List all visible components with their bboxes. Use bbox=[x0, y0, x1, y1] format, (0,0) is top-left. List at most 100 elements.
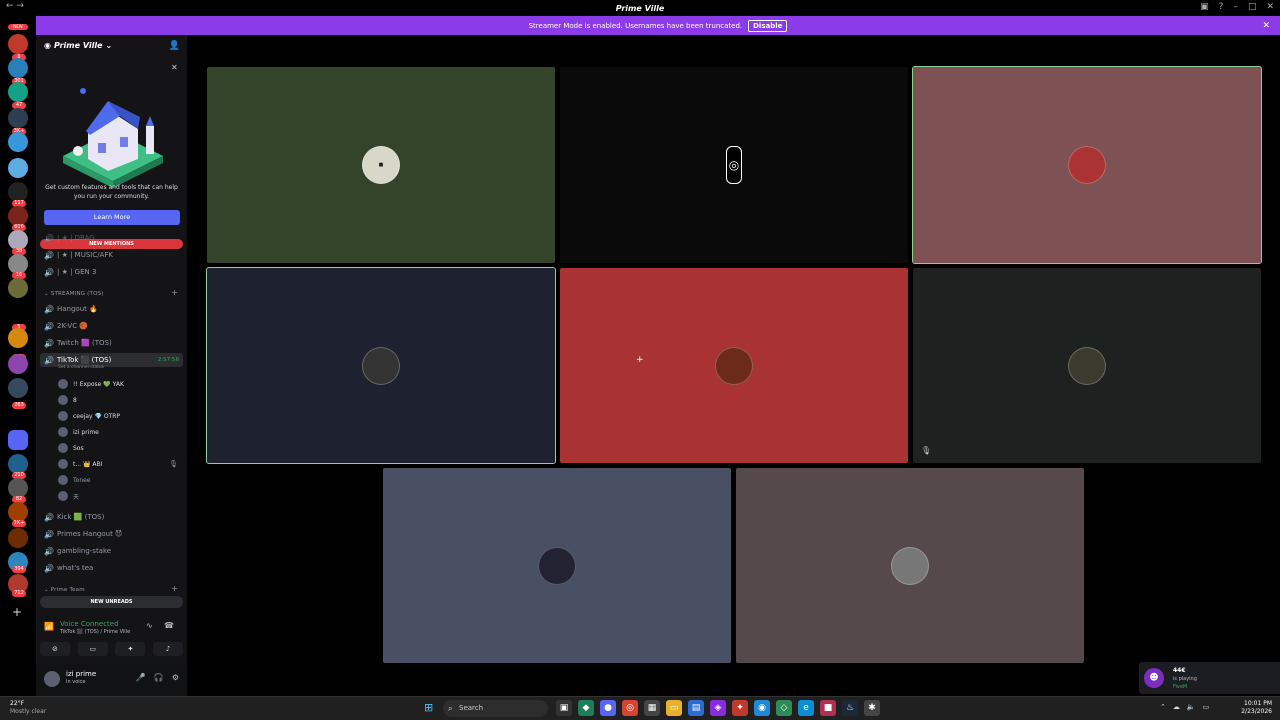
app-icon[interactable]: ■ bbox=[820, 700, 836, 716]
category-streaming[interactable]: ⌄ STREAMING (TOS) bbox=[44, 291, 104, 297]
battery-icon[interactable]: ▭ bbox=[1203, 703, 1210, 711]
chrome-icon[interactable]: ◎ bbox=[622, 700, 638, 716]
folder-icon[interactable] bbox=[8, 430, 28, 450]
minimize-button[interactable]: – bbox=[1233, 2, 1238, 12]
channel-drag[interactable]: 🔊 | ★ | DRAG bbox=[44, 231, 95, 245]
participant-tile[interactable]: ■ bbox=[207, 67, 555, 263]
app-icon[interactable]: ◈ bbox=[710, 700, 726, 716]
inbox-icon[interactable]: ▣ bbox=[1200, 2, 1209, 12]
server-icon[interactable] bbox=[8, 158, 28, 178]
user-name[interactable]: izi prime bbox=[66, 670, 96, 678]
app-icon[interactable]: ◇ bbox=[776, 700, 792, 716]
taskbar-search[interactable]: ⌕ Search bbox=[443, 700, 548, 717]
app-icon[interactable]: ◉ bbox=[754, 700, 770, 716]
close-button[interactable]: ✕ bbox=[1266, 2, 1274, 12]
network-icon[interactable]: ☁ bbox=[1173, 703, 1180, 711]
server-icon[interactable] bbox=[8, 254, 28, 274]
avatar[interactable] bbox=[44, 671, 60, 687]
participant-tile[interactable]: 🎙 bbox=[913, 268, 1261, 463]
voice-user[interactable]: Tonee bbox=[58, 473, 91, 487]
voice-user[interactable]: ceejay 💎 OTRP bbox=[58, 409, 120, 423]
store-icon[interactable]: ▤ bbox=[688, 700, 704, 716]
start-button[interactable]: ⊞ bbox=[424, 702, 436, 714]
system-clock[interactable]: 10:01 PM 2/23/2026 bbox=[1241, 700, 1272, 716]
add-channel-icon[interactable]: + bbox=[171, 584, 178, 593]
voice-user[interactable]: 天 bbox=[58, 489, 79, 503]
invite-icon[interactable]: 👤 bbox=[169, 41, 180, 51]
add-server-icon[interactable]: + bbox=[12, 605, 22, 619]
voice-user[interactable]: !! Expose 💚 YAK bbox=[58, 377, 124, 391]
channel-hangout[interactable]: 🔊 Hangout 🔥 bbox=[44, 302, 98, 316]
channel-kick[interactable]: 🔊 Kick 🟩 (TOS) bbox=[44, 510, 104, 524]
chevron-up-icon[interactable]: ⌃ bbox=[1160, 703, 1166, 711]
headphones-icon[interactable]: 🎧 bbox=[154, 673, 164, 682]
participant-tile[interactable]: ◎ bbox=[560, 67, 908, 263]
discord-icon[interactable]: ● bbox=[600, 700, 616, 716]
edge-icon[interactable]: e bbox=[798, 700, 814, 716]
channel-gambling-stake[interactable]: 🔊 gambling-stake bbox=[44, 544, 111, 558]
server-icon[interactable] bbox=[8, 230, 28, 250]
server-icon[interactable] bbox=[8, 132, 28, 152]
close-banner-icon[interactable]: ✕ bbox=[1262, 21, 1270, 31]
close-promo-icon[interactable]: ✕ bbox=[171, 63, 178, 72]
channel-status[interactable]: Set a channel status bbox=[58, 365, 104, 370]
activity-toast[interactable]: ☻ 44€ is playing FiveM bbox=[1139, 662, 1280, 694]
add-channel-icon[interactable]: + bbox=[171, 288, 178, 297]
server-icon[interactable] bbox=[8, 502, 28, 522]
disable-button[interactable]: Disable bbox=[748, 19, 788, 32]
channel-gen-3[interactable]: 🔊 | ★ | GEN 3 bbox=[44, 265, 96, 279]
calculator-icon[interactable]: ▦ bbox=[644, 700, 660, 716]
learn-more-button[interactable]: Learn More bbox=[44, 210, 180, 225]
steam-icon[interactable]: ♨ bbox=[842, 700, 858, 716]
activities-icon[interactable]: ✦ bbox=[115, 642, 146, 656]
copilot-icon[interactable]: ◆ bbox=[578, 700, 594, 716]
server-header[interactable]: ◉ Prime Ville ⌄ bbox=[44, 41, 112, 50]
server-icon[interactable] bbox=[8, 378, 28, 398]
server-icon[interactable] bbox=[8, 454, 28, 474]
channel-primes-hangout[interactable]: 🔊 Primes Hangout 😈 bbox=[44, 527, 122, 541]
voice-user[interactable]: izi prime bbox=[58, 425, 99, 439]
participant-tile[interactable] bbox=[560, 268, 908, 463]
voice-status[interactable]: Voice Connected bbox=[60, 620, 119, 628]
server-icon[interactable] bbox=[8, 58, 28, 78]
server-icon[interactable] bbox=[8, 528, 28, 548]
server-icon[interactable] bbox=[8, 206, 28, 226]
soundboard-icon[interactable]: ♪ bbox=[153, 642, 184, 656]
maximize-button[interactable]: □ bbox=[1248, 2, 1257, 12]
app-icon[interactable]: ✱ bbox=[864, 700, 880, 716]
app-icon[interactable]: ✦ bbox=[732, 700, 748, 716]
server-icon[interactable] bbox=[8, 182, 28, 202]
disconnect-icon[interactable]: ☎ bbox=[164, 621, 174, 630]
category-prime-team[interactable]: ⌄ Prime Team bbox=[44, 587, 85, 593]
task-view-icon[interactable]: ▣ bbox=[556, 700, 572, 716]
new-unreads-pill[interactable]: NEW UNREADS bbox=[40, 596, 183, 608]
channel-whats-tea[interactable]: 🔊 what's tea bbox=[44, 561, 93, 575]
server-icon[interactable] bbox=[8, 328, 28, 348]
participant-tile[interactable] bbox=[206, 267, 556, 464]
channel-music-afk[interactable]: 🔊 | ★ | MUSIC/AFK bbox=[44, 248, 113, 262]
participant-tile[interactable] bbox=[736, 468, 1084, 663]
help-icon[interactable]: ? bbox=[1219, 2, 1224, 12]
server-icon[interactable] bbox=[8, 108, 28, 128]
participant-tile[interactable] bbox=[383, 468, 731, 663]
gear-icon[interactable]: ⚙ bbox=[172, 673, 179, 682]
server-icon[interactable] bbox=[8, 34, 28, 54]
channel-twitch[interactable]: 🔊 Twitch 🟪 (TOS) bbox=[44, 336, 112, 350]
server-icon[interactable] bbox=[8, 82, 28, 102]
participant-tile[interactable] bbox=[912, 66, 1262, 264]
weather-widget[interactable]: 22°F Mostly clear bbox=[10, 700, 46, 716]
speaker-icon[interactable]: 🔈 bbox=[1187, 703, 1196, 711]
server-icon[interactable] bbox=[8, 354, 28, 374]
voice-user[interactable]: t... 👑 ABI bbox=[58, 457, 102, 471]
screen-share-icon[interactable]: ▭ bbox=[77, 642, 108, 656]
server-icon[interactable] bbox=[8, 478, 28, 498]
channel-2k-vc[interactable]: 🔊 2K-VC 🏀 bbox=[44, 319, 88, 333]
microphone-icon[interactable]: 🎤 bbox=[136, 673, 146, 682]
noise-suppression-icon[interactable]: ∿ bbox=[146, 621, 153, 630]
voice-user[interactable]: Sos bbox=[58, 441, 84, 455]
voice-user[interactable]: 8 bbox=[58, 393, 77, 407]
voice-location[interactable]: TikTok ⬛ (TOS) / Prime Ville bbox=[60, 629, 130, 635]
camera-off-icon[interactable]: ⊘ bbox=[39, 642, 70, 656]
file-explorer-icon[interactable]: ▭ bbox=[666, 700, 682, 716]
server-icon[interactable] bbox=[8, 278, 28, 298]
